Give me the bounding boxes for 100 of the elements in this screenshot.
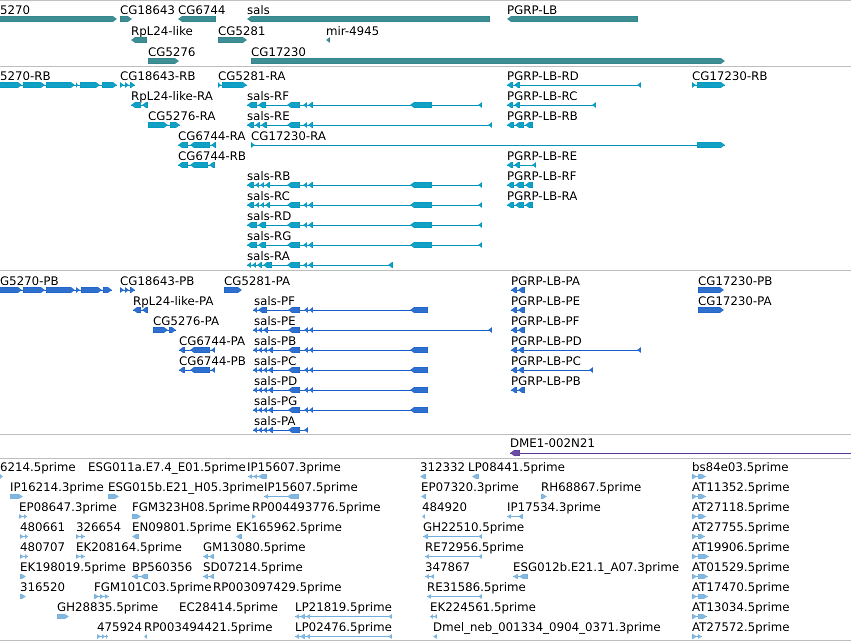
- feature-label: PGRP-LB-PF: [511, 314, 580, 328]
- feature-label: sals-RA: [247, 248, 290, 262]
- feature-label: SD07214.5prime: [203, 560, 303, 574]
- feature-label: CG18643: [120, 2, 175, 16]
- feature-label: LP08441.5prime: [468, 460, 565, 474]
- feature-label: 316520: [20, 580, 66, 594]
- feature-label: CG5281: [218, 24, 266, 38]
- feature-label: CG6744-RA: [178, 128, 246, 142]
- feature-label: PGRP-LB-RA: [507, 188, 578, 202]
- feature-label: FGM323H08.5prime: [132, 500, 250, 514]
- feature-label: ESG011a.E7.4_E01.5prime: [88, 460, 246, 474]
- feature-label: 6214.5prime: [0, 460, 76, 474]
- feature-label: sals-PA: [254, 414, 296, 428]
- feature-label: bs84e03.5prime: [692, 460, 789, 474]
- feature-label: EK208164.5prime: [76, 540, 182, 554]
- feature-label: IP16214.3prime: [10, 480, 104, 494]
- feature-label: AT13034.5prime: [692, 600, 790, 614]
- feature-label: PGRP-LB-RD: [507, 68, 579, 82]
- feature-label: FGM101C03.5prime: [94, 580, 212, 594]
- feature-label: EK224561.5prime: [430, 600, 536, 614]
- feature-label: mir-4945: [326, 24, 380, 38]
- feature-label: EP07320.3prime: [421, 480, 519, 494]
- feature-label: sals: [247, 2, 270, 16]
- feature-label: sals-RE: [247, 108, 290, 122]
- feature-label: 475924: [97, 620, 142, 634]
- feature-label: RP004493776.5prime: [252, 500, 380, 514]
- feature-label: PGRP-LB-RB: [507, 108, 578, 122]
- feature-label: IP17534.3prime: [507, 500, 601, 514]
- feature-label: AT27755.5prime: [692, 520, 790, 534]
- feature-label: 484920: [422, 500, 468, 514]
- feature-label: sals-PF: [254, 294, 295, 308]
- feature-label: sals-PB: [254, 334, 296, 348]
- feature-label: sals-RF: [247, 88, 290, 102]
- feature-label: CG17230: [251, 44, 306, 58]
- feature-label: CG5276-PA: [153, 314, 220, 328]
- feature-label: EK165962.5prime: [236, 520, 342, 534]
- feature-label: CG18643-RB: [120, 68, 196, 82]
- feature-label: 480707: [20, 540, 66, 554]
- feature-label: AT17470.5prime: [692, 580, 790, 594]
- feature-label: PGRP-LB-PE: [511, 294, 580, 308]
- feature-label: CG6744-RB: [178, 148, 246, 162]
- feature-label: IP15607.3prime: [247, 460, 341, 474]
- feature-label: GH28835.5prime: [57, 600, 158, 614]
- feature-label: AT27118.5prime: [692, 500, 790, 514]
- feature-label: AT19906.5prime: [692, 540, 790, 554]
- feature-label: RP003097429.5prime: [213, 580, 342, 594]
- feature-label: RpL24-like-RA: [131, 88, 213, 102]
- feature-label: sals-RD: [247, 208, 292, 222]
- feature-label: CG5276-RA: [148, 108, 216, 122]
- feature-label: CG17230-PA: [698, 294, 772, 308]
- feature-label: 480661: [20, 520, 66, 534]
- feature-label: PGRP-LB-RC: [507, 88, 578, 102]
- feature-label: CG6744: [178, 2, 226, 16]
- feature-label: RE72956.5prime: [425, 540, 524, 554]
- feature-label: CG17230-PB: [698, 274, 772, 288]
- feature-label: AT27572.5prime: [692, 620, 790, 634]
- feature-label: CG17230-RA: [251, 128, 326, 142]
- feature-label: PGRP-LB-PA: [511, 274, 580, 288]
- feature-label: CG5281-PA: [224, 274, 290, 288]
- feature-label: PGRP-LB-PB: [511, 374, 581, 388]
- feature-label: ESG015b.E21_H05.3prime: [108, 480, 264, 494]
- feature-label: LP21819.5prime: [295, 600, 392, 614]
- feature-label: PGRP-LB-PC: [511, 354, 581, 368]
- feature-label: PGRP-LB-RF: [507, 168, 576, 182]
- feature-label: AT11352.5prime: [692, 480, 790, 494]
- feature-label: RH68867.5prime: [541, 480, 642, 494]
- feature-label: 5270: [0, 2, 30, 16]
- feature-label: sals-PD: [254, 374, 298, 388]
- feature-label: sals-PG: [254, 394, 298, 408]
- feature-label: BP560356: [132, 560, 192, 574]
- feature-label: IP15607.5prime: [264, 480, 358, 494]
- feature-label: 326654: [76, 520, 122, 534]
- feature-label: CG17230-RB: [692, 68, 768, 82]
- feature-label: CG5281-RA: [218, 68, 286, 82]
- feature-label: PGRP-LB-RE: [507, 148, 578, 162]
- feature-label: EN09801.5prime: [132, 520, 232, 534]
- feature-label: RpL24-like-PA: [133, 294, 214, 308]
- feature-label: PGRP-LB-PD: [511, 334, 582, 348]
- feature-label: GH22510.5prime: [423, 520, 524, 534]
- feature-label: 312332: [420, 460, 466, 474]
- feature-label: sals-RG: [247, 228, 292, 242]
- feature-label: CG5276: [148, 44, 196, 58]
- feature-label: CG6744-PB: [179, 354, 246, 368]
- feature-label: CG6744-PA: [179, 334, 246, 348]
- feature-label: 347867: [425, 560, 470, 574]
- feature-label: 5270-RB: [0, 68, 51, 82]
- feature-label: G5270-PB: [0, 274, 59, 288]
- feature-label: PGRP-LB: [507, 2, 558, 16]
- feature-label: sals-RB: [247, 168, 290, 182]
- feature-label: DME1-002N21: [510, 436, 595, 450]
- feature-label: sals-PC: [254, 354, 296, 368]
- feature-label: LP02476.5prime: [295, 620, 392, 634]
- feature-label: sals-PE: [254, 314, 296, 328]
- feature-label: AT01529.5prime: [692, 560, 790, 574]
- feature-label: RpL24-like: [131, 24, 193, 38]
- feature-label: RP003494421.5prime: [144, 620, 272, 634]
- feature-label: ESG012b.E21.1_A07.3prime: [513, 560, 680, 574]
- feature-label: Dmel_neb_001334_0904_0371.3prime: [433, 620, 661, 634]
- feature-label: EK198019.5prime: [20, 560, 126, 574]
- feature-label: EC28414.5prime: [179, 600, 278, 614]
